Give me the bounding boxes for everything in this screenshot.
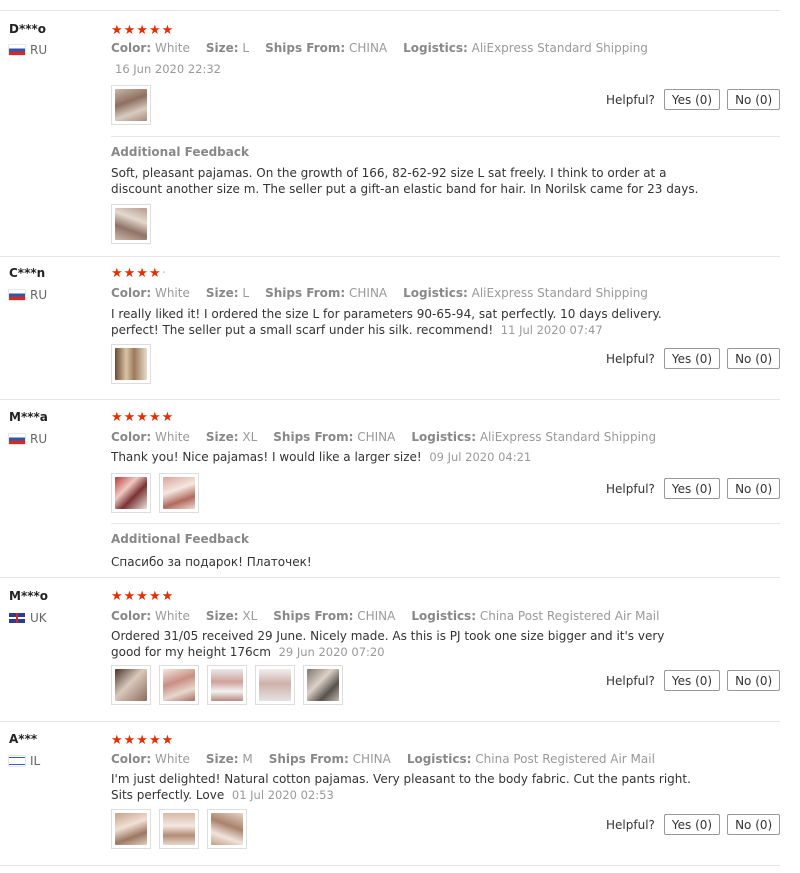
country-code: RU [30, 432, 48, 446]
review-divider [0, 399, 780, 400]
helpful-yes-button[interactable]: Yes (0) [663, 478, 721, 499]
helpful-yes-button[interactable]: Yes (0) [663, 89, 721, 110]
review-photo-thumbnail[interactable] [303, 665, 343, 705]
review-photo-thumbnail[interactable] [207, 809, 247, 849]
order-attributes: Color: White Size: L Ships From: CHINA Logi… [111, 41, 648, 55]
review-photos [111, 809, 247, 849]
helpful-no-button[interactable]: No (0) [727, 814, 781, 835]
order-attributes: Color: White Size: XL Ships From: CHINA Log… [111, 609, 660, 623]
review-photo-thumbnail[interactable] [111, 344, 151, 384]
russia-flag-icon [9, 434, 25, 444]
helpful-label: Helpful? [606, 92, 655, 107]
reviewer-name: M***o [9, 589, 49, 603]
review-photo-thumbnail[interactable] [159, 809, 199, 849]
review-photo-thumbnail[interactable] [111, 665, 151, 705]
review-date: 09 Jul 2020 04:21 [429, 450, 532, 464]
review-photo-thumbnail[interactable] [111, 473, 151, 513]
helpful-yes-button[interactable]: Yes (0) [663, 670, 721, 691]
additional-photos [111, 204, 151, 244]
review-photos [111, 344, 151, 384]
review-photo-thumbnail[interactable] [111, 809, 151, 849]
additional-divider [111, 523, 780, 524]
additional-feedback-title: Additional Feedback [111, 532, 249, 546]
reviewer-name: M***a [9, 410, 48, 424]
uk-flag-icon [9, 613, 25, 623]
helpful-no-button[interactable]: No (0) [727, 670, 781, 691]
review-date: 01 Jul 2020 02:53 [231, 788, 334, 802]
helpful-controls: Helpful? Yes (0) No (0) [606, 478, 781, 499]
review-photo-thumbnail[interactable] [159, 665, 199, 705]
helpful-controls: Helpful? Yes (0) No (0) [606, 89, 781, 110]
country-code: RU [30, 43, 48, 57]
review-photos [111, 665, 343, 705]
reviewer-country: IL [9, 754, 40, 768]
review-divider [0, 865, 780, 866]
helpful-no-button[interactable]: No (0) [727, 348, 781, 369]
country-code: RU [30, 288, 48, 302]
country-code: IL [30, 754, 41, 768]
additional-feedback-text: Soft, pleasant pajamas. On the growth of… [111, 166, 699, 196]
helpful-label: Helpful? [606, 481, 655, 496]
review-date: 11 Jul 2020 07:47 [500, 323, 603, 337]
reviewer-country: RU [9, 43, 47, 57]
review-photos [111, 85, 151, 125]
review-text: Ordered 31/05 received 29 June. Nicely m… [111, 629, 665, 659]
order-attributes: Color: White Size: XL Ships From: CHINA Log… [111, 430, 657, 444]
additional-feedback-text: Спасибо за подарок! Платочек! [111, 555, 312, 569]
russia-flag-icon [9, 45, 25, 55]
helpful-no-button[interactable]: No (0) [727, 478, 781, 499]
country-code: UK [30, 611, 47, 625]
reviewer-name: D***o [9, 22, 47, 36]
review-date: 16 Jun 2020 22:32 [115, 62, 221, 76]
additional-feedback-title: Additional Feedback [111, 145, 249, 159]
review-photo-thumbnail[interactable] [207, 665, 247, 705]
star-rating: ★★★★· [111, 266, 167, 281]
reviewer-name: C***n [9, 266, 46, 280]
star-rating: ★★★★★ [111, 23, 175, 38]
russia-flag-icon [9, 290, 25, 300]
review-text: Thank you! Nice pajamas! I would like a … [111, 450, 532, 464]
additional-divider [111, 136, 780, 137]
review-text: I'm just delighted! Natural cotton pajam… [111, 772, 691, 802]
star-rating: ★★★★★ [111, 589, 175, 604]
helpful-label: Helpful? [606, 673, 655, 688]
order-attributes: Color: White Size: L Ships From: CHINA Logi… [111, 286, 648, 300]
helpful-label: Helpful? [606, 817, 655, 832]
reviewer-country: RU [9, 288, 47, 302]
helpful-yes-button[interactable]: Yes (0) [663, 814, 721, 835]
review-photo-thumbnail[interactable] [255, 665, 295, 705]
review-photo-thumbnail[interactable] [111, 85, 151, 125]
review-photo-thumbnail[interactable] [159, 473, 199, 513]
helpful-controls: Helpful? Yes (0) No (0) [606, 814, 781, 835]
review-divider [0, 721, 780, 722]
helpful-controls: Helpful? Yes (0) No (0) [606, 670, 781, 691]
reviewer-country: UK [9, 611, 47, 625]
review-divider [0, 577, 780, 578]
helpful-label: Helpful? [606, 351, 655, 366]
review-date: 29 Jun 2020 07:20 [278, 645, 385, 659]
reviewer-country: RU [9, 432, 47, 446]
review-photo-thumbnail[interactable] [111, 204, 151, 244]
review-text: I really liked it! I ordered the size L … [111, 307, 662, 337]
review-divider [0, 256, 780, 257]
helpful-no-button[interactable]: No (0) [727, 89, 781, 110]
order-attributes: Color: White Size: M Ships From: CHINA Logi… [111, 752, 655, 766]
top-divider [0, 10, 780, 11]
israel-flag-icon [9, 756, 25, 766]
reviewer-name: A*** [9, 732, 38, 746]
star-rating: ★★★★★ [111, 410, 175, 425]
star-rating: ★★★★★ [111, 733, 175, 748]
review-photos [111, 473, 199, 513]
helpful-yes-button[interactable]: Yes (0) [663, 348, 721, 369]
helpful-controls: Helpful? Yes (0) No (0) [606, 348, 781, 369]
